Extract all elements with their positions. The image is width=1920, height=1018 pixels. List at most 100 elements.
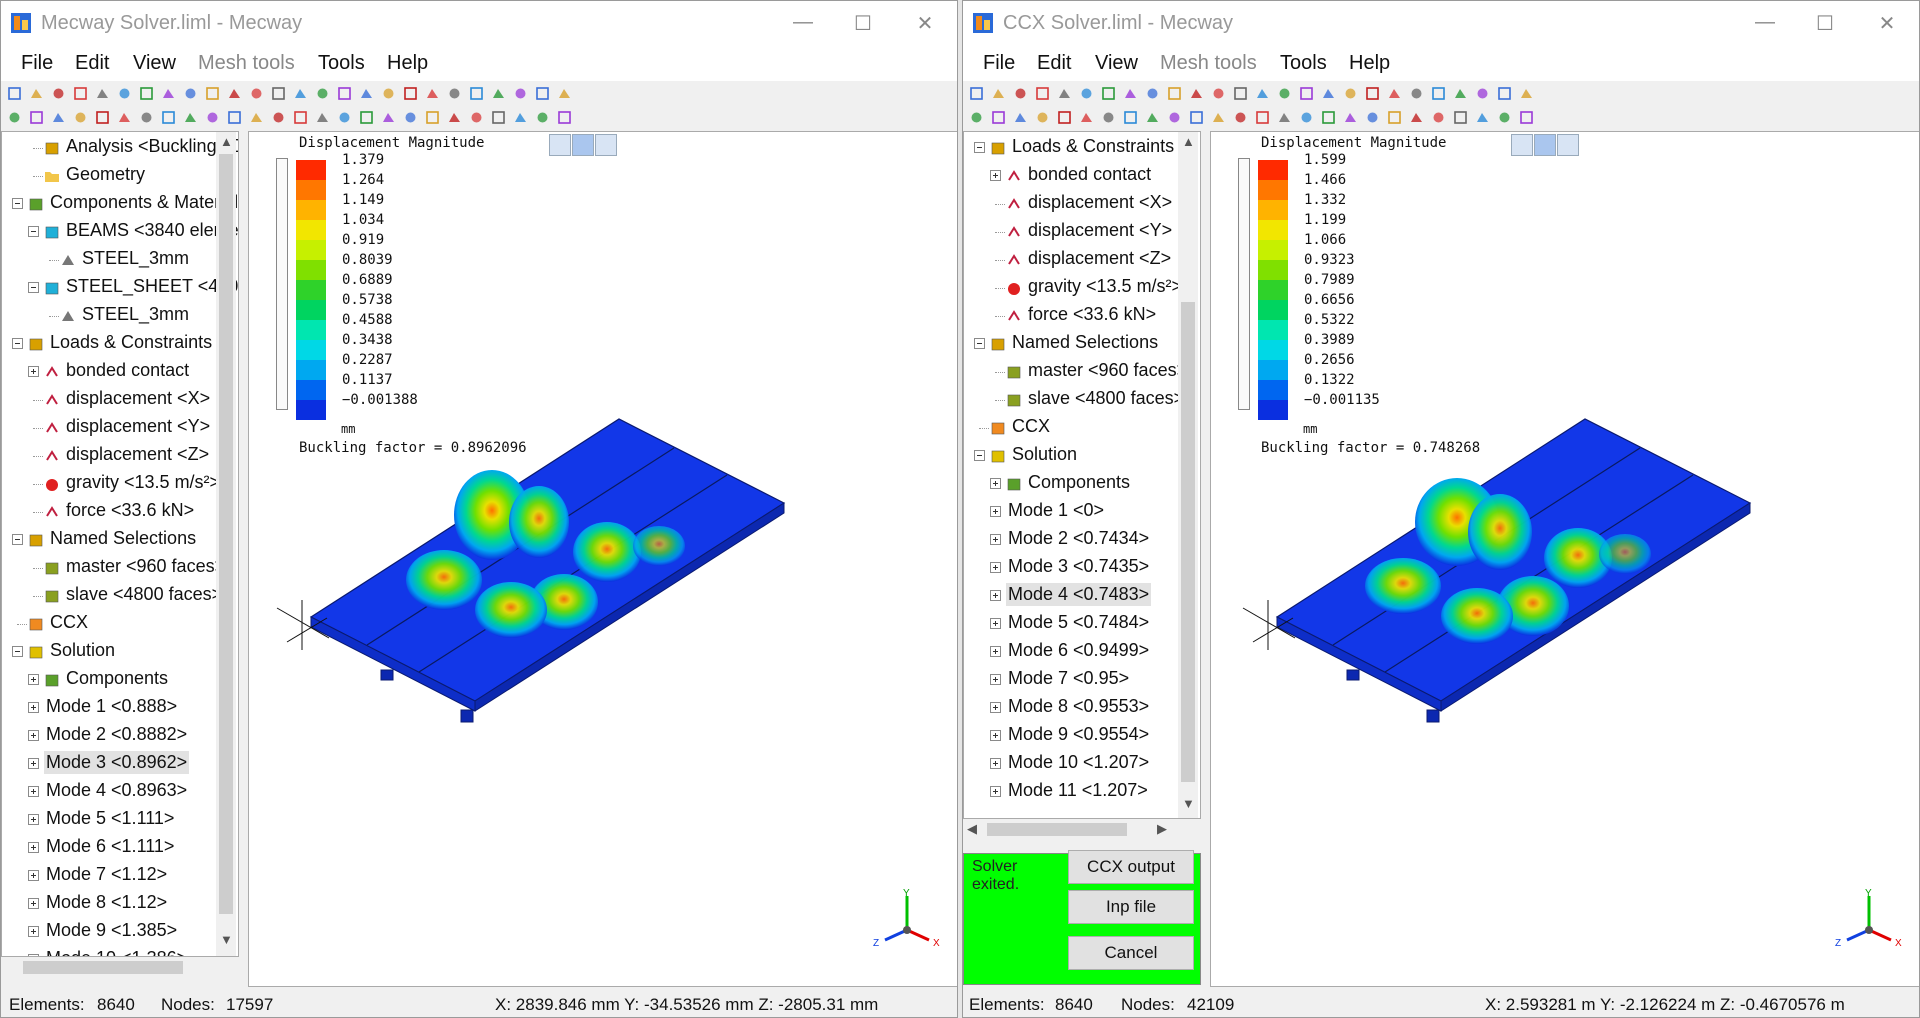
- collapse-icon[interactable]: [12, 338, 23, 349]
- tree-item[interactable]: master <960 faces>: [2, 554, 225, 582]
- toolbar-tool-icon[interactable]: [95, 86, 110, 101]
- tree-item[interactable]: BEAMS <3840 elements>: [2, 218, 238, 246]
- tree-item[interactable]: Mode 7 <1.12>: [2, 862, 222, 890]
- toolbar-tool-icon[interactable]: [29, 110, 44, 125]
- expand-icon[interactable]: [990, 534, 1001, 545]
- expand-icon[interactable]: [990, 170, 1001, 181]
- scroll-thumb[interactable]: [23, 961, 183, 974]
- expand-icon[interactable]: [990, 702, 1001, 713]
- toolbar-tool-icon[interactable]: [51, 110, 66, 125]
- toolbar-tool-icon[interactable]: [969, 86, 984, 101]
- tree-item[interactable]: Mode 8 <0.9553>: [964, 694, 1184, 722]
- outline-tree[interactable]: Mode 10 <1.386> Mode 9 <1.385> Mode 8 <1.1…: [1, 131, 239, 957]
- collapse-icon[interactable]: [12, 534, 23, 545]
- toolbar-tool-icon[interactable]: [1145, 110, 1160, 125]
- scroll-up-arrow[interactable]: ▲: [1182, 134, 1195, 149]
- menu-file[interactable]: File: [21, 52, 53, 75]
- toolbar-tool-icon[interactable]: [1365, 110, 1380, 125]
- menu-edit[interactable]: Edit: [75, 52, 109, 75]
- toolbar-tool-icon[interactable]: [29, 86, 44, 101]
- toolbar-tool-icon[interactable]: [1409, 86, 1424, 101]
- expand-icon[interactable]: [28, 702, 39, 713]
- toolbar-tool-icon[interactable]: [1211, 110, 1226, 125]
- toolbar-tool-icon[interactable]: [1321, 86, 1336, 101]
- tree-item[interactable]: Mode 7 <0.95>: [964, 666, 1184, 694]
- menu-help[interactable]: Help: [1349, 52, 1390, 75]
- toolbar-tool-icon[interactable]: [1079, 110, 1094, 125]
- menu-tools[interactable]: Tools: [318, 52, 365, 75]
- tree-item[interactable]: force <33.6 kN>: [2, 498, 222, 526]
- toolbar-tool-icon[interactable]: [7, 86, 22, 101]
- toolbar-tool-icon[interactable]: [1387, 86, 1402, 101]
- toolbar-tool-icon[interactable]: [1409, 110, 1424, 125]
- tree-item[interactable]: Analysis <Buckling 3D: [2, 134, 238, 162]
- minimize-button[interactable]: —: [783, 11, 823, 34]
- tree-item[interactable]: STEEL_SHEET <4800: [2, 274, 238, 302]
- toolbar-tool-icon[interactable]: [95, 110, 110, 125]
- toolbar-tool-icon[interactable]: [557, 86, 572, 101]
- toolbar-tool-icon[interactable]: [1255, 86, 1270, 101]
- toolbar-tool-icon[interactable]: [1167, 86, 1182, 101]
- toolbar-tool-icon[interactable]: [205, 110, 220, 125]
- menu-tools[interactable]: Tools: [1280, 52, 1327, 75]
- toolbar-tool-icon[interactable]: [469, 110, 484, 125]
- tree-item[interactable]: Mode 4 <0.8963>: [2, 778, 222, 806]
- expand-icon[interactable]: [990, 590, 1001, 601]
- scroll-thumb[interactable]: [987, 823, 1127, 836]
- expand-icon[interactable]: [28, 842, 39, 853]
- toolbar-tool-icon[interactable]: [1343, 110, 1358, 125]
- scroll-up-arrow[interactable]: ▲: [220, 134, 233, 149]
- maximize-button[interactable]: ☐: [1805, 11, 1845, 36]
- toolbar-tool-icon[interactable]: [249, 86, 264, 101]
- toolbar-tool-icon[interactable]: [161, 110, 176, 125]
- toolbar-tool-icon[interactable]: [1233, 110, 1248, 125]
- scroll-right-arrow[interactable]: ▶: [1157, 821, 1167, 837]
- toolbar-tool-icon[interactable]: [1145, 86, 1160, 101]
- toolbar-tool-icon[interactable]: [73, 86, 88, 101]
- toolbar-tool-icon[interactable]: [139, 86, 154, 101]
- tree-item[interactable]: displacement <Z>: [964, 246, 1184, 274]
- expand-icon[interactable]: [28, 926, 39, 937]
- collapse-icon[interactable]: [28, 226, 39, 237]
- toolbar-tool-icon[interactable]: [1519, 86, 1534, 101]
- tree-item[interactable]: Mode 3 <0.8962>: [2, 750, 222, 778]
- scroll-down-arrow[interactable]: ▼: [220, 932, 233, 947]
- tree-item[interactable]: bonded contact: [2, 358, 222, 386]
- toolbar-tool-icon[interactable]: [969, 110, 984, 125]
- toolbar-tool-icon[interactable]: [491, 86, 506, 101]
- tree-item[interactable]: Mode 10 <1.386>: [2, 946, 222, 956]
- menu-mesh-tools[interactable]: Mesh tools: [1160, 52, 1257, 75]
- expand-icon[interactable]: [28, 366, 39, 377]
- menu-help[interactable]: Help: [387, 52, 428, 75]
- toolbar-tool-icon[interactable]: [1123, 110, 1138, 125]
- expand-icon[interactable]: [990, 758, 1001, 769]
- toolbar-tool-icon[interactable]: [1101, 86, 1116, 101]
- tree-item[interactable]: Mode 2 <0.8882>: [2, 722, 222, 750]
- toolbar-tool-icon[interactable]: [51, 86, 66, 101]
- close-button[interactable]: ✕: [905, 11, 945, 36]
- toolbar-tool-icon[interactable]: [1365, 86, 1380, 101]
- tree-item[interactable]: Mode 9 <0.9554>: [964, 722, 1184, 750]
- tree-item[interactable]: gravity <13.5 m/s²>: [964, 274, 1184, 302]
- tree-item[interactable]: Named Selections: [964, 330, 1184, 358]
- toolbar-tool-icon[interactable]: [425, 110, 440, 125]
- menu-file[interactable]: File: [983, 52, 1015, 75]
- toolbar-tool-icon[interactable]: [293, 110, 308, 125]
- toolbar-tool-icon[interactable]: [403, 86, 418, 101]
- scroll-down-arrow[interactable]: ▼: [1182, 796, 1195, 811]
- toolbar-tool-icon[interactable]: [1475, 110, 1490, 125]
- tree-item[interactable]: Mode 3 <0.7435>: [964, 554, 1184, 582]
- toolbar-tool-icon[interactable]: [1453, 110, 1468, 125]
- toolbar-tool-icon[interactable]: [1321, 110, 1336, 125]
- tree-vertical-scrollbar[interactable]: ▲ ▼: [216, 132, 236, 956]
- tree-item[interactable]: Mode 5 <0.7484>: [964, 610, 1184, 638]
- toolbar-tool-icon[interactable]: [381, 110, 396, 125]
- toolbar-tool-icon[interactable]: [117, 86, 132, 101]
- tree-item[interactable]: Mode 6 <1.111>: [2, 834, 222, 862]
- toolbar-tool-icon[interactable]: [557, 110, 572, 125]
- tree-item[interactable]: slave <4800 faces>: [2, 582, 222, 610]
- tree-item[interactable]: displacement <Y>: [2, 414, 222, 442]
- expand-icon[interactable]: [28, 814, 39, 825]
- toolbar-tool-icon[interactable]: [1277, 86, 1292, 101]
- toolbar-tool-icon[interactable]: [1057, 86, 1072, 101]
